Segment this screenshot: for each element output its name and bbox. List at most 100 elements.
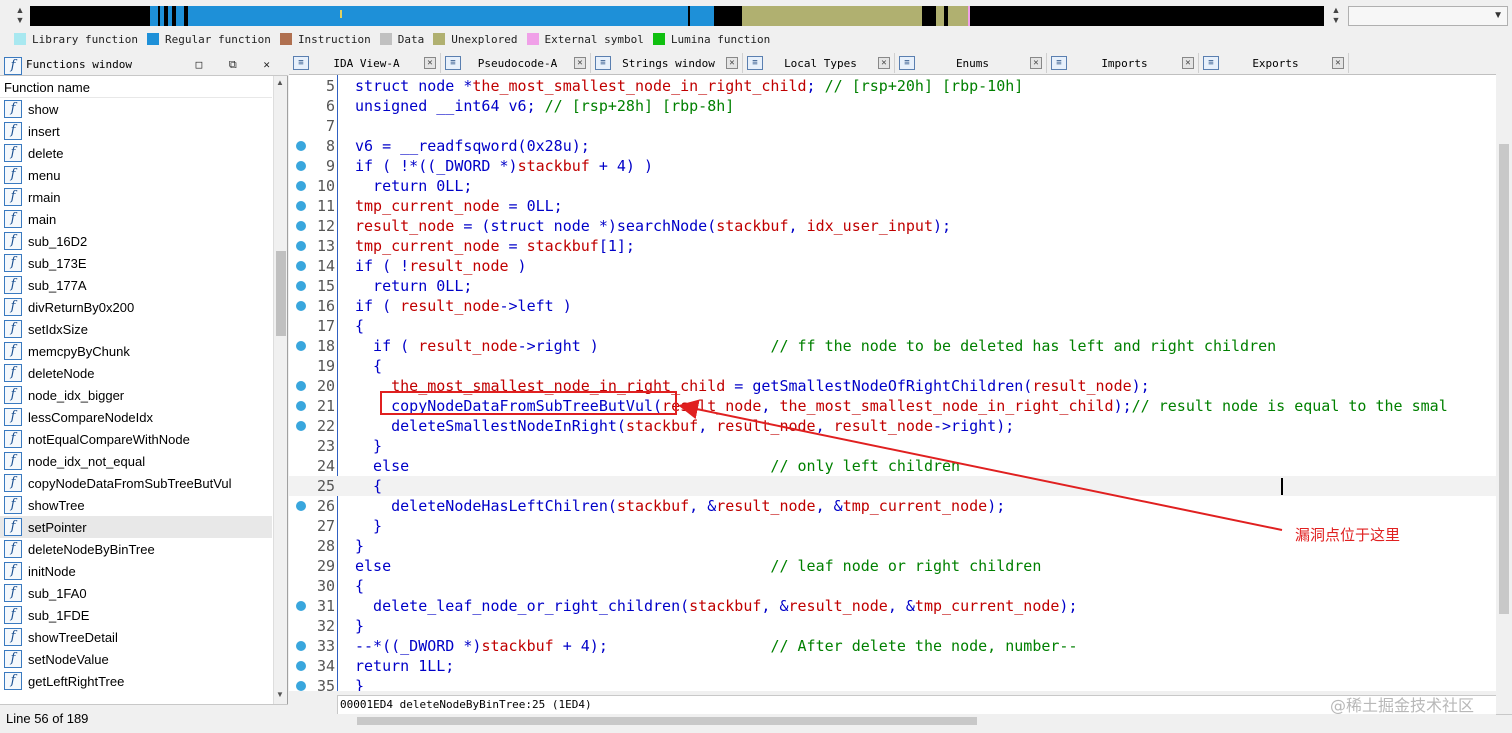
close-icon[interactable]: ✕ xyxy=(878,57,890,69)
function-list-item[interactable]: f node_idx_not_equal xyxy=(0,450,272,472)
breakpoint-dot-icon[interactable] xyxy=(296,181,306,191)
breakpoint-dot-icon[interactable] xyxy=(296,381,306,391)
function-list-item[interactable]: f setPointer xyxy=(0,516,272,538)
code-vertical-scrollbar[interactable] xyxy=(1496,74,1512,714)
breakpoint-dot-icon[interactable] xyxy=(296,421,306,431)
segment-selector[interactable]: ▼ xyxy=(1348,6,1508,26)
code-line[interactable]: 6 unsigned __int64 v6; // [rsp+28h] [rbp-… xyxy=(289,96,1512,116)
code-horizontal-scrollbar[interactable] xyxy=(337,714,1496,728)
tab-strings-window[interactable]: ≡ Strings window ✕ xyxy=(591,53,743,73)
code-line[interactable]: 18 if ( result_node->right ) // ff the n… xyxy=(289,336,1512,356)
breakpoint-dot-icon[interactable] xyxy=(296,161,306,171)
breakpoint-dot-icon[interactable] xyxy=(296,661,306,671)
close-icon[interactable]: ✕ xyxy=(1182,57,1194,69)
breakpoint-dot-icon[interactable] xyxy=(296,681,306,691)
breakpoint-dot-icon[interactable] xyxy=(296,641,306,651)
tab-exports[interactable]: ≡ Exports ✕ xyxy=(1199,53,1349,73)
code-line[interactable]: 33 --*((_DWORD *)stackbuf + 4); // After … xyxy=(289,636,1512,656)
breakpoint-dot-icon[interactable] xyxy=(296,501,306,511)
code-line[interactable]: 15 return 0LL; xyxy=(289,276,1512,296)
function-name-column-header[interactable]: Function name xyxy=(0,78,272,98)
window-control-icons[interactable]: □ ⧉ ✕ xyxy=(196,54,280,76)
breakpoint-dot-icon[interactable] xyxy=(296,241,306,251)
code-line[interactable]: 24 else // only left children xyxy=(289,456,1512,476)
code-line[interactable]: 22 deleteSmallestNodeInRight(stackbuf, r… xyxy=(289,416,1512,436)
tab-ida-view-a[interactable]: ≡ IDA View-A ✕ xyxy=(289,53,441,73)
function-list-item[interactable]: f delete xyxy=(0,142,272,164)
function-list-item[interactable]: f insert xyxy=(0,120,272,142)
close-icon[interactable]: ✕ xyxy=(726,57,738,69)
close-icon[interactable]: ✕ xyxy=(574,57,586,69)
code-line[interactable]: 7 xyxy=(289,116,1512,136)
function-list-item[interactable]: f sub_1FDE xyxy=(0,604,272,626)
code-line[interactable]: 8 v6 = __readfsqword(0x28u); xyxy=(289,136,1512,156)
code-line[interactable]: 30 { xyxy=(289,576,1512,596)
function-list-item[interactable]: f sub_177A xyxy=(0,274,272,296)
nav-scroll-left-icon[interactable]: ▲ ▼ xyxy=(14,5,26,25)
function-list-item[interactable]: f lessCompareNodeIdx xyxy=(0,406,272,428)
tab-imports[interactable]: ≡ Imports ✕ xyxy=(1047,53,1199,73)
breakpoint-dot-icon[interactable] xyxy=(296,141,306,151)
close-icon[interactable]: ✕ xyxy=(424,57,436,69)
code-line[interactable]: 26 deleteNodeHasLeftChilren(stackbuf, &r… xyxy=(289,496,1512,516)
breakpoint-dot-icon[interactable] xyxy=(296,401,306,411)
code-line[interactable]: 23 } xyxy=(289,436,1512,456)
scrollbar-thumb[interactable] xyxy=(357,717,977,725)
breakpoint-dot-icon[interactable] xyxy=(296,601,306,611)
scroll-down-icon[interactable]: ▼ xyxy=(276,690,284,699)
code-line[interactable]: 31 delete_leaf_node_or_right_children(st… xyxy=(289,596,1512,616)
code-line[interactable]: 9 if ( !*((_DWORD *)stackbuf + 4) ) xyxy=(289,156,1512,176)
function-list-item[interactable]: f copyNodeDataFromSubTreeButVul xyxy=(0,472,272,494)
function-list-scrollbar[interactable]: ▲ ▼ xyxy=(273,76,287,704)
scrollbar-thumb[interactable] xyxy=(1499,144,1509,614)
function-list-item[interactable]: f divReturnBy0x200 xyxy=(0,296,272,318)
function-list-item[interactable]: f deleteNode xyxy=(0,362,272,384)
function-list-item[interactable]: f memcpyByChunk xyxy=(0,340,272,362)
breakpoint-dot-icon[interactable] xyxy=(296,201,306,211)
function-list-item[interactable]: f deleteNodeByBinTree xyxy=(0,538,272,560)
function-list-item[interactable]: f showTreeDetail xyxy=(0,626,272,648)
close-icon[interactable]: ✕ xyxy=(1030,57,1042,69)
code-line[interactable]: 12 result_node = (struct node *)searchNod… xyxy=(289,216,1512,236)
code-line[interactable]: 25 { xyxy=(289,476,1512,496)
function-list-item[interactable]: f setIdxSize xyxy=(0,318,272,340)
code-line[interactable]: 5 struct node *the_most_smallest_node_in_… xyxy=(289,76,1512,96)
breakpoint-dot-icon[interactable] xyxy=(296,281,306,291)
breakpoint-dot-icon[interactable] xyxy=(296,261,306,271)
pseudocode-view[interactable]: 5 struct node *the_most_smallest_node_in_… xyxy=(289,74,1512,691)
scroll-up-icon[interactable]: ▲ xyxy=(276,78,284,87)
code-line[interactable]: 32} xyxy=(289,616,1512,636)
code-line[interactable]: 29 else // leaf node or right children xyxy=(289,556,1512,576)
tab-local-types[interactable]: ≡ Local Types ✕ xyxy=(743,53,895,73)
function-list-item[interactable]: f sub_16D2 xyxy=(0,230,272,252)
code-line[interactable]: 34 return 1LL; xyxy=(289,656,1512,676)
code-line[interactable]: 17 { xyxy=(289,316,1512,336)
function-list-item[interactable]: f menu xyxy=(0,164,272,186)
tab-enums[interactable]: ≡ Enums ✕ xyxy=(895,53,1047,73)
function-list-item[interactable]: f getLeftRightTree xyxy=(0,670,272,692)
function-list-item[interactable]: f node_idx_bigger xyxy=(0,384,272,406)
breakpoint-dot-icon[interactable] xyxy=(296,341,306,351)
close-icon[interactable]: ✕ xyxy=(1332,57,1344,69)
code-line[interactable]: 11 tmp_current_node = 0LL; xyxy=(289,196,1512,216)
function-list-item[interactable]: f main xyxy=(0,208,272,230)
breakpoint-dot-icon[interactable] xyxy=(296,301,306,311)
function-list-item[interactable]: f setNodeValue xyxy=(0,648,272,670)
function-list-item[interactable]: f initNode xyxy=(0,560,272,582)
code-line[interactable]: 16 if ( result_node->left ) xyxy=(289,296,1512,316)
tab-pseudocode-a[interactable]: ≡ Pseudocode-A ✕ xyxy=(441,53,591,73)
breakpoint-dot-icon[interactable] xyxy=(296,221,306,231)
function-list-item[interactable]: f rmain xyxy=(0,186,272,208)
code-line[interactable]: 13 tmp_current_node = stackbuf[1]; xyxy=(289,236,1512,256)
function-list-item[interactable]: f show xyxy=(0,98,272,120)
scrollbar-thumb[interactable] xyxy=(276,251,286,336)
code-line[interactable]: 10 return 0LL; xyxy=(289,176,1512,196)
nav-scroll-right-icon[interactable]: ▲ ▼ xyxy=(1330,5,1342,25)
function-list-item[interactable]: f sub_173E xyxy=(0,252,272,274)
code-line[interactable]: 19 { xyxy=(289,356,1512,376)
function-list-item[interactable]: f showTree xyxy=(0,494,272,516)
function-list-item[interactable]: f notEqualCompareWithNode xyxy=(0,428,272,450)
function-list-item[interactable]: f sub_1FA0 xyxy=(0,582,272,604)
code-line[interactable]: 35} xyxy=(289,676,1512,691)
navigation-bar[interactable] xyxy=(30,6,1324,26)
